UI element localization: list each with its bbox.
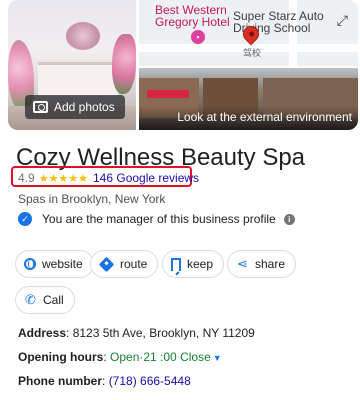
add-photos-label: Add photos bbox=[54, 100, 115, 114]
hotel-icon: ▪ bbox=[191, 30, 205, 44]
photo-gallery: Add photos Best Western Gregory Hotel ▪ … bbox=[8, 0, 358, 130]
manager-notice: ✓ You are the manager of this business p… bbox=[18, 212, 295, 226]
address-row: Address: 8123 5th Ave, Brooklyn, NY 1120… bbox=[18, 326, 255, 340]
directions-icon bbox=[98, 256, 115, 272]
phone-sep: : bbox=[102, 374, 109, 388]
manager-text: You are the manager of this business pro… bbox=[42, 212, 276, 226]
address-label: Address bbox=[18, 326, 67, 340]
phone-icon: ✆ bbox=[25, 292, 36, 307]
route-label: route bbox=[120, 257, 148, 271]
hours-row: Opening hours: Open·21 :00 Close ▼ bbox=[18, 350, 222, 364]
rating-row: 4.9 ★★★★★ 146 Google reviews bbox=[18, 171, 199, 185]
map-label-hotel-line2: Gregory Hotel bbox=[155, 15, 230, 29]
website-button[interactable]: website bbox=[15, 250, 94, 278]
call-label: Call bbox=[43, 293, 64, 307]
camera-icon bbox=[33, 101, 48, 113]
info-icon[interactable]: i bbox=[283, 213, 295, 225]
hours-sep: : bbox=[103, 350, 111, 364]
map-label-cn: 驾校 bbox=[243, 48, 262, 58]
flower-decoration-right bbox=[112, 34, 136, 94]
bookmark-icon bbox=[171, 257, 181, 271]
hours-label: Opening hours bbox=[18, 350, 104, 364]
verified-check-icon: ✓ bbox=[18, 212, 32, 226]
street-view-label: Look at the external environment bbox=[177, 110, 352, 124]
share-button[interactable]: ⋖ share bbox=[227, 250, 297, 278]
star-rating-icon: ★★★★★ bbox=[38, 172, 88, 185]
map-label-hotel: Best Western Gregory Hotel bbox=[155, 4, 230, 28]
address-value: : 8123 5th Ave, Brooklyn, NY 11209 bbox=[66, 326, 255, 340]
keep-button[interactable]: keep bbox=[162, 250, 225, 278]
spa-logo-sign bbox=[66, 22, 100, 50]
chevron-down-icon[interactable]: ▼ bbox=[213, 353, 222, 363]
business-category: Spas in Brooklyn, New York bbox=[18, 192, 166, 206]
expand-icon[interactable]: ⤢ bbox=[337, 12, 348, 29]
route-button[interactable]: route bbox=[90, 250, 159, 278]
street-view-thumbnail[interactable]: Look at the external environment bbox=[139, 68, 358, 130]
reception-counter bbox=[38, 62, 118, 96]
globe-icon bbox=[24, 258, 36, 270]
keep-label: keep bbox=[187, 257, 214, 271]
hours-time: ·21 :00 Close bbox=[139, 350, 211, 364]
hours-open-status: Open bbox=[110, 350, 140, 364]
map-thumbnail[interactable]: Best Western Gregory Hotel ▪ Super Starz… bbox=[139, 0, 358, 66]
phone-label: Phone number bbox=[18, 374, 103, 388]
website-label: website bbox=[42, 257, 83, 271]
storefront-sign bbox=[147, 90, 189, 98]
reviews-link[interactable]: 146 Google reviews bbox=[93, 171, 199, 185]
rating-value: 4.9 bbox=[18, 171, 35, 185]
call-button[interactable]: ✆ Call bbox=[15, 286, 75, 314]
phone-row: Phone number: (718) 666-5448 bbox=[18, 374, 191, 388]
add-photos-button[interactable]: Add photos bbox=[25, 95, 125, 119]
share-icon: ⋖ bbox=[237, 256, 248, 271]
share-label: share bbox=[255, 257, 286, 271]
phone-link[interactable]: (718) 666-5448 bbox=[109, 374, 191, 388]
